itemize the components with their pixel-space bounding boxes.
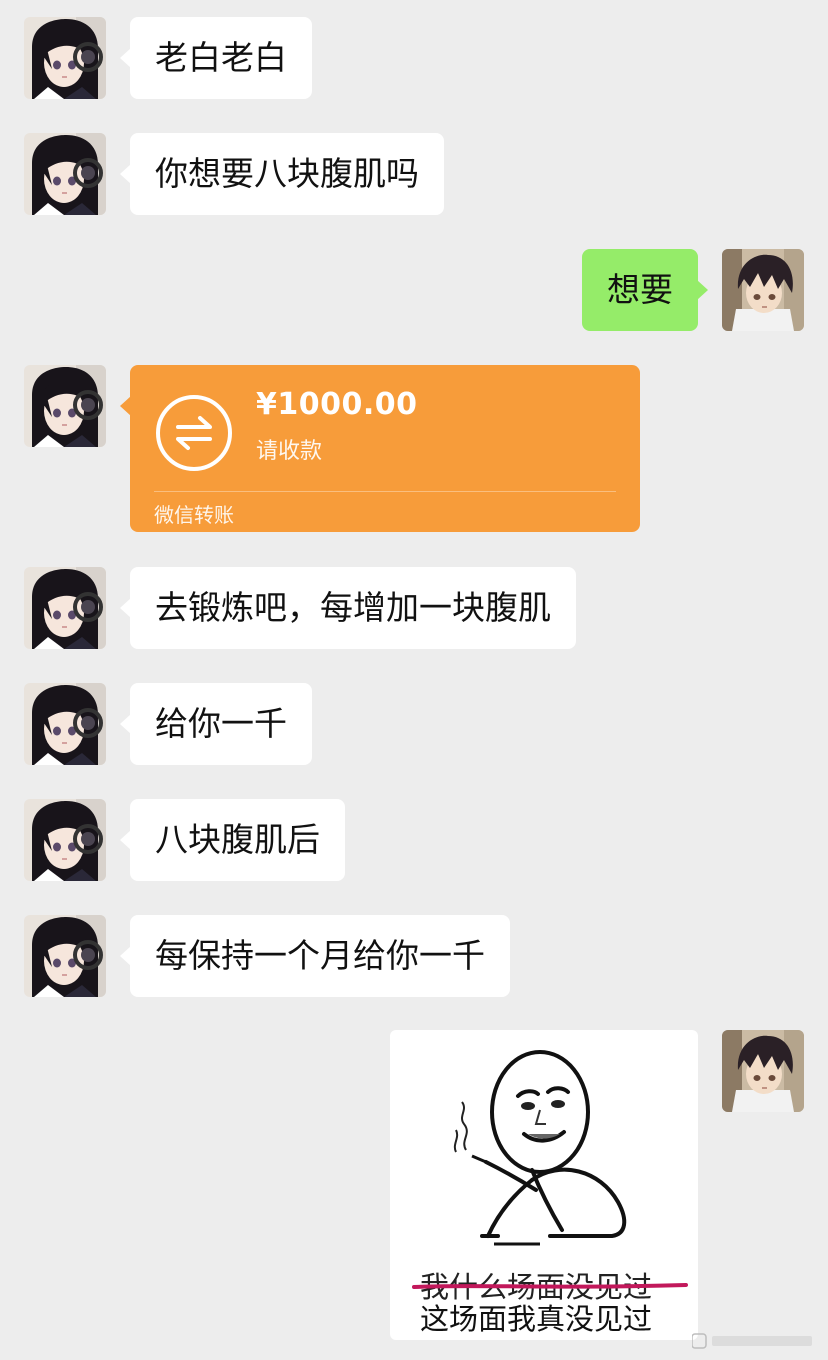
message-bubble[interactable]: 你想要八块腹肌吗 [120,133,444,215]
girl-avatar-icon [24,915,106,997]
contact-avatar[interactable] [24,365,106,447]
contact-avatar[interactable] [24,915,106,997]
message-bubble[interactable]: 去锻炼吧，每增加一块腹肌 [120,567,576,649]
meme-sticker[interactable]: 我什么场面没见过 这场面我真没见过 [390,1030,698,1340]
contact-avatar[interactable] [24,567,106,649]
boy-avatar-icon [722,1030,804,1112]
girl-avatar-icon [24,17,106,99]
contact-avatar[interactable] [24,17,106,99]
divider [154,491,616,492]
watermark-icon [692,1333,812,1349]
transfer-arrows-icon [156,395,232,471]
boy-avatar-icon [722,249,804,331]
girl-avatar-icon [24,799,106,881]
transfer-status: 请收款 [256,439,323,464]
strikethrough-mark [412,1283,688,1289]
message-bubble[interactable]: 给你一千 [120,683,312,765]
message-bubble[interactable]: 每保持一个月给你一千 [120,915,510,997]
girl-avatar-icon [24,567,106,649]
my-avatar[interactable] [722,249,804,331]
sticker-caption: 这场面我真没见过 [420,1302,653,1336]
contact-avatar[interactable] [24,683,106,765]
my-message-bubble[interactable]: 想要 [582,249,708,331]
girl-avatar-icon [24,365,106,447]
contact-avatar[interactable] [24,799,106,881]
contact-avatar[interactable] [24,133,106,215]
transfer-label: 微信转账 [154,503,234,527]
transfer-amount: ¥1000.00 [256,387,418,422]
girl-avatar-icon [24,683,106,765]
girl-avatar-icon [24,133,106,215]
panda-man-smoking-icon [453,1050,627,1246]
message-bubble[interactable]: 老白老白 [120,17,312,99]
my-avatar[interactable] [722,1030,804,1112]
transfer-card[interactable]: ¥1000.00 请收款 微信转账 [120,365,640,532]
message-bubble[interactable]: 八块腹肌后 [120,799,345,881]
